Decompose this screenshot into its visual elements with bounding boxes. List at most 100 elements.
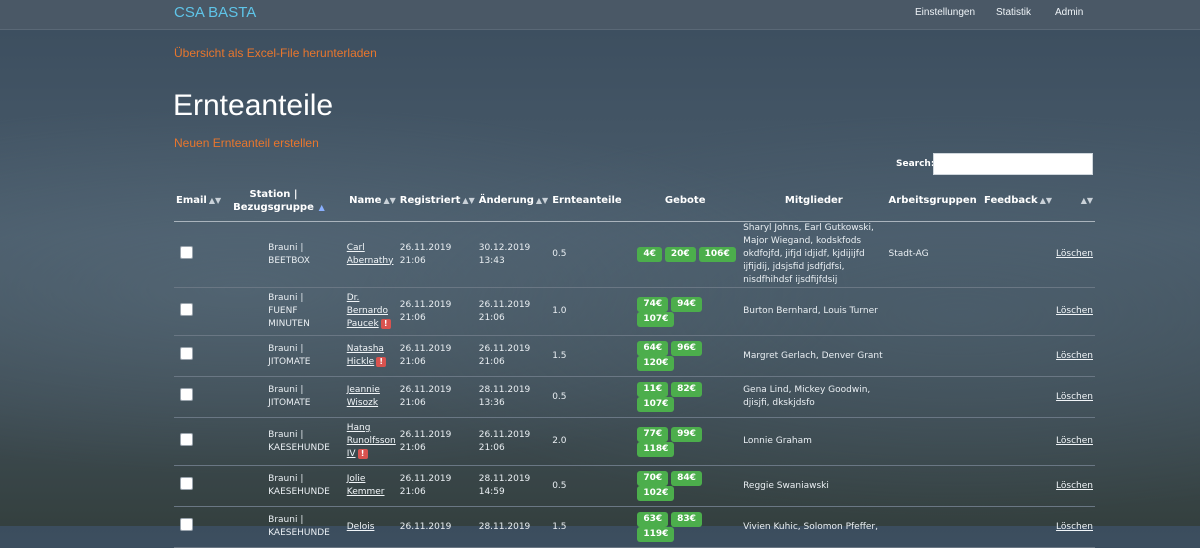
col-gebote-label: Gebote [664, 195, 706, 206]
warning-icon: ! [376, 356, 387, 367]
aenderung-cell: 28.11.2019 [476, 506, 551, 548]
actions-cell: Löschen [1054, 335, 1095, 377]
bid-badge: 83€ [671, 512, 702, 527]
warning-icon: ! [357, 448, 368, 459]
member-name-link[interactable]: Hang Runolfsson IV! [347, 423, 396, 459]
gebote-cell: 63€ 83€119€ [629, 506, 742, 548]
delete-link[interactable]: Löschen [1056, 351, 1093, 361]
bid-badge: 107€ [637, 397, 675, 412]
email-checkbox[interactable] [180, 388, 193, 401]
email-checkbox[interactable] [180, 245, 193, 259]
registriert-part: 21:06 [399, 487, 426, 497]
col-email[interactable]: Email ▲▼ [174, 180, 224, 222]
actions-cell: Löschen [1054, 506, 1095, 548]
mitglieder-cell: Burton Bernhard, Louis Turner [741, 287, 887, 336]
registriert-cell: 26.11.2019 21:06 [397, 221, 477, 288]
station-cell: Brauni | KAESEHUNDE [223, 465, 335, 507]
registriert-part: 21:06 [399, 357, 426, 367]
col-gebote: Gebote [629, 180, 742, 222]
email-cell [174, 335, 224, 377]
actions-cell: Löschen [1054, 221, 1095, 288]
member-name-link[interactable]: Natasha Hickle! [346, 344, 387, 367]
member-name-link[interactable]: Carl Abernathy [347, 243, 394, 266]
col-mitglieder-label: Mitglieder [784, 195, 843, 206]
nav-admin[interactable]: Admin [1055, 7, 1083, 18]
delete-link[interactable]: Löschen [1056, 481, 1093, 491]
brand-logo-link[interactable]: CSA BASTA [174, 4, 256, 21]
email-checkbox[interactable] [180, 518, 193, 531]
delete-link[interactable]: Löschen [1056, 522, 1093, 532]
station-cell: Brauni | KAESEHUNDE [223, 506, 335, 548]
registriert-part: 26.11.2019 [399, 521, 452, 532]
feedback-cell [982, 506, 1054, 548]
sort-icon: ▲▼ [462, 196, 475, 205]
registriert-cell: 26.11.2019 21:06 [397, 287, 477, 336]
member-name-link[interactable]: Dr. Bernardo Paucek! [347, 293, 391, 329]
sort-icon: ▲▼ [1080, 196, 1093, 205]
ernteanteile-cell: 0.5 [550, 221, 630, 288]
delete-link[interactable]: Löschen [1056, 436, 1093, 446]
delete-link[interactable]: Löschen [1056, 306, 1093, 316]
email-checkbox[interactable] [180, 432, 193, 446]
table-row: Brauni | KAESEHUNDE Jolie Kemmer 26.11.2019… [174, 465, 1095, 507]
sort-icon: ▲▼ [1039, 196, 1052, 205]
col-arbeitsgruppen-label: Arbeitsgruppen [888, 195, 977, 206]
member-name-link[interactable]: Jolie Kemmer [347, 474, 385, 497]
arbeitsgruppen-cell [886, 506, 983, 548]
bid-badge: 120€ [637, 356, 675, 371]
gebote-cell: 74€ 94€107€ [629, 287, 742, 336]
bid-badge: 94€ [671, 296, 702, 312]
name-cell: Jolie Kemmer [334, 465, 398, 507]
col-registriert[interactable]: Registriert ▲▼ [397, 180, 477, 222]
bid-badge: 11€ [637, 382, 669, 397]
member-name-part: Jolie [346, 474, 366, 484]
feedback-cell [982, 335, 1054, 377]
table-row: Brauni | JITOMATE Natasha Hickle! 26.11.201… [174, 335, 1095, 377]
search-input[interactable] [933, 153, 1093, 175]
nav-statistik[interactable]: Statistik [996, 7, 1031, 18]
delete-link[interactable]: Löschen [1056, 249, 1093, 259]
bid-badge: 20€ [664, 247, 696, 262]
mitglieder-cell: Reggie Swaniawski [741, 465, 887, 507]
aenderung-part: 21:06 [478, 357, 505, 367]
station-cell: Brauni | BEETBOX [223, 221, 335, 288]
create-share-link[interactable]: Neuen Ernteanteil erstellen [174, 136, 319, 150]
table-header-row: Email ▲▼ Station | Bezugsgruppe ▲ Name ▲▼ R… [174, 180, 1095, 222]
email-cell [174, 287, 224, 336]
col-actions[interactable]: ▲▼ [1054, 180, 1095, 222]
top-navbar: CSA BASTA Einstellungen Statistik Admin [0, 0, 1200, 30]
sort-icon: ▲▼ [208, 196, 222, 205]
bid-badge: 107€ [637, 311, 675, 327]
excel-download-link[interactable]: Übersicht als Excel-File herunterladen [174, 46, 377, 60]
mitglieder-cell: Vivien Kuhic, Solomon Pfeffer, [741, 506, 887, 548]
aenderung-part: 13:36 [478, 398, 505, 408]
email-checkbox[interactable] [180, 347, 193, 360]
member-name-link[interactable]: Delois [347, 522, 375, 532]
member-name-part: Jeannie [346, 385, 380, 395]
nav-einstellungen[interactable]: Einstellungen [915, 7, 975, 18]
delete-link[interactable]: Löschen [1056, 392, 1093, 402]
email-cell [174, 506, 224, 548]
email-checkbox[interactable] [180, 302, 193, 316]
registriert-part: 26.11.2019 [399, 299, 452, 310]
member-name-part: Wisozk [346, 398, 379, 408]
col-station[interactable]: Station | Bezugsgruppe ▲ [223, 180, 335, 222]
col-name[interactable]: Name ▲▼ [334, 180, 398, 222]
gebote-cell: 70€ 84€102€ [629, 465, 742, 507]
member-name-link[interactable]: Jeannie Wisozk [347, 385, 380, 408]
mitglieder-cell: Gena Lind, Mickey Goodwin, djisjfi, dksk… [741, 376, 887, 418]
bid-badge: 74€ [637, 296, 669, 312]
email-cell [174, 221, 224, 288]
name-cell: Carl Abernathy [334, 221, 398, 288]
gebote-cell: 4€ 20€ 106€ [629, 221, 742, 288]
registriert-part: 21:06 [399, 312, 426, 323]
col-feedback[interactable]: Feedback ▲▼ [982, 180, 1054, 222]
ernteanteile-cell: 2.0 [550, 417, 630, 466]
gebote-cell: 11€ 82€107€ [629, 376, 742, 418]
mitglieder-cell: Sharyl Johns, Earl Gutkowski, Major Wieg… [741, 221, 887, 288]
member-name-part: Hickle [346, 357, 375, 367]
registriert-part: 26.11.2019 [399, 474, 452, 484]
col-arbeitsgruppen: Arbeitsgruppen [886, 180, 983, 222]
email-checkbox[interactable] [180, 477, 193, 490]
col-aenderung[interactable]: Änderung ▲▼ [476, 180, 551, 222]
